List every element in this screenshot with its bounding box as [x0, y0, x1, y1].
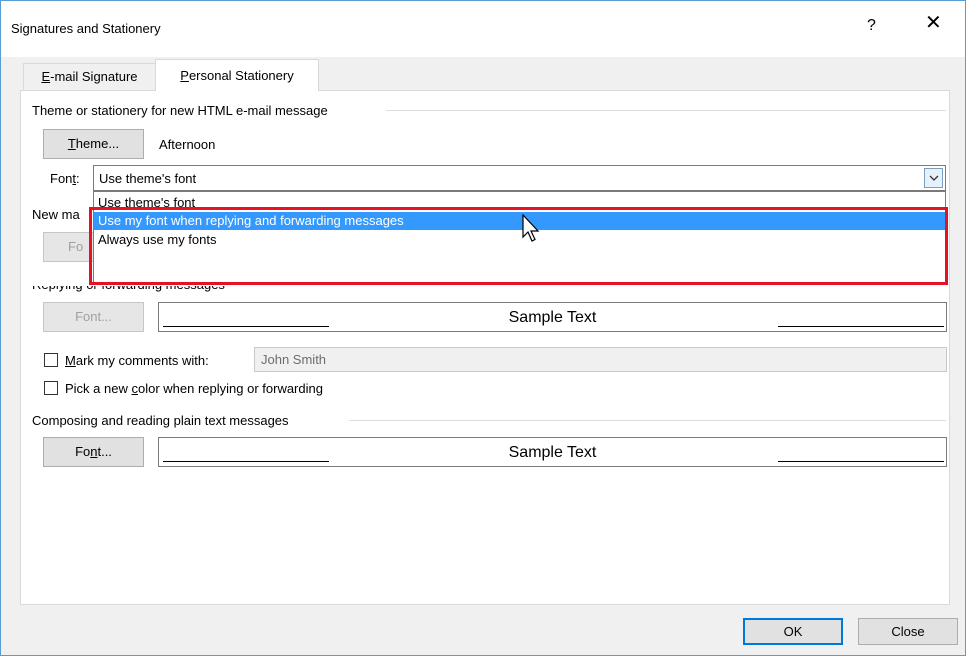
plain-font-prefix: Fo: [75, 444, 91, 459]
dialog-title: Signatures and Stationery: [11, 21, 161, 36]
theme-group-line: [386, 110, 946, 111]
mark-comments-label[interactable]: Mark my comments with:: [65, 353, 209, 368]
title-bar: Signatures and Stationery ? ✕: [1, 1, 965, 57]
close-icon[interactable]: ✕: [925, 13, 942, 33]
plain-font-rest: t...: [97, 444, 112, 459]
mark-comments-key: M: [65, 353, 76, 368]
theme-button-label: heme...: [75, 136, 120, 151]
mark-comments-checkbox[interactable]: [44, 353, 58, 367]
pick-color-text: olor when replying or forwarding: [137, 381, 323, 396]
new-mail-font-button[interactable]: Fo: [43, 232, 95, 262]
theme-button[interactable]: Theme...: [43, 129, 144, 159]
tab-personal-stationery[interactable]: Personal Stationery: [155, 59, 319, 91]
replying-font-button[interactable]: Font...: [43, 302, 144, 332]
tab-email-label: -mail Signature: [50, 69, 138, 84]
new-mail-group-label: New ma: [32, 207, 80, 222]
pick-color-prefix: Pick a new: [65, 381, 132, 396]
theme-group-label: Theme or stationery for new HTML e-mail …: [32, 103, 334, 118]
help-button[interactable]: ?: [867, 17, 876, 35]
tab-stationery-label: ersonal Stationery: [188, 68, 294, 83]
plain-group-line: [349, 420, 946, 421]
ok-button[interactable]: OK: [743, 618, 843, 645]
tab-email-signature[interactable]: E-mail Signature: [23, 63, 156, 90]
theme-button-key: T: [67, 136, 76, 151]
font-select[interactable]: Use theme's font: [93, 165, 946, 191]
plain-sample-line-right: [778, 461, 944, 462]
sample-line-right: [778, 326, 944, 327]
tab-stationery-key: P: [180, 68, 189, 83]
replying-sample-text: Sample Text: [508, 309, 597, 326]
replying-sample-text-box: Sample Text: [158, 302, 947, 332]
plain-font-button[interactable]: Font...: [43, 437, 144, 467]
pick-color-label[interactable]: Pick a new color when replying or forwar…: [65, 381, 323, 396]
plain-group-label: Composing and reading plain text message…: [32, 413, 295, 428]
font-label-prefix: Fon: [50, 171, 73, 186]
font-label-colon: :: [76, 171, 80, 186]
font-label: Font:: [50, 171, 80, 186]
chevron-down-icon[interactable]: [924, 168, 943, 188]
annotation-highlight-box: [89, 207, 948, 285]
mouse-cursor-icon: [522, 214, 540, 242]
pick-color-checkbox[interactable]: [44, 381, 58, 395]
close-button[interactable]: Close: [858, 618, 958, 645]
mark-comments-text: ark my comments with:: [75, 353, 209, 368]
theme-name: Afternoon: [159, 137, 216, 152]
tab-email-key: E: [41, 69, 51, 84]
mark-comments-input[interactable]: John Smith: [254, 347, 947, 372]
signatures-dialog: Signatures and Stationery ? ✕ E-mail Sig…: [0, 0, 966, 656]
new-mail-font-label: Fo: [68, 239, 84, 254]
font-select-value: Use theme's font: [99, 171, 197, 186]
plain-sample-text: Sample Text: [508, 444, 597, 461]
plain-sample-text-box: Sample Text: [158, 437, 947, 467]
